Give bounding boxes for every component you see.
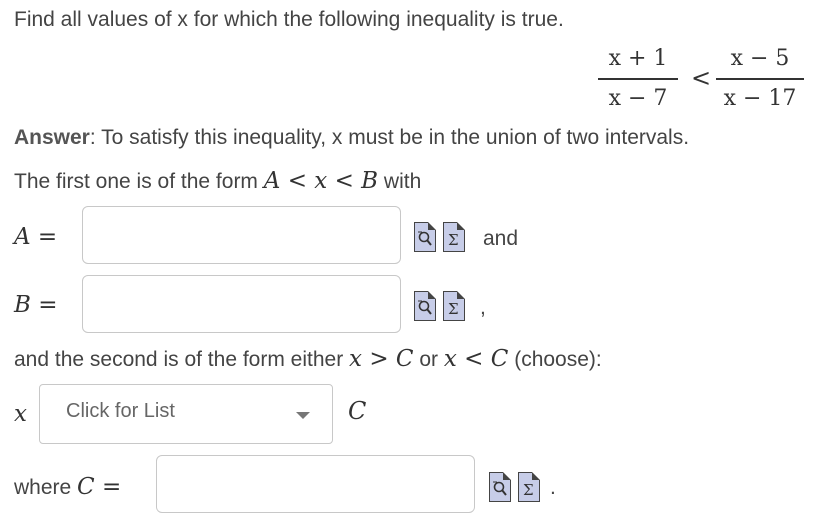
second-form-or: or [419, 348, 439, 371]
c-suffix: . [550, 476, 556, 499]
right-denominator: x − 17 [723, 85, 797, 111]
preview-answer-icon[interactable] [414, 222, 436, 252]
second-form-line: and the second is of the form either x >… [14, 346, 602, 372]
b-label: B = [14, 292, 58, 318]
left-denominator: x − 7 [608, 85, 668, 111]
answer-label: Answer [14, 126, 90, 149]
equation-editor-icon[interactable]: Σ [443, 222, 465, 252]
svg-text:Σ: Σ [448, 300, 459, 317]
c-label-prefix: where [14, 476, 72, 499]
left-fraction-bar [598, 78, 678, 80]
first-form-line: The first one is of the form A < x < B w… [14, 168, 421, 194]
select-placeholder: Click for List [66, 400, 175, 422]
right-fraction-bar [716, 78, 804, 80]
and-text: and [483, 227, 519, 250]
chevron-down-icon [296, 412, 310, 419]
equation-editor-icon[interactable]: Σ [443, 291, 465, 321]
answer-intro: Answer: To satisfy this inequality, x mu… [14, 126, 689, 150]
preview-answer-icon[interactable] [489, 472, 511, 502]
a-input[interactable] [82, 206, 401, 264]
b-input[interactable] [82, 275, 401, 333]
answer-intro-text: : To satisfy this inequality, x must be … [89, 126, 690, 149]
first-form-expression: A < x < B [263, 168, 379, 194]
left-fraction: x + 1 x − 7 [598, 44, 678, 114]
svg-text:Σ: Σ [448, 231, 459, 248]
right-numerator: x − 5 [730, 46, 790, 71]
relation-select[interactable]: Click for List [39, 384, 333, 444]
a-label: A = [14, 224, 58, 250]
select-constant: C [348, 397, 367, 425]
left-numerator: x + 1 [608, 46, 668, 71]
second-form-text: and the second is of the form either [14, 348, 344, 371]
second-form-choose: (choose): [514, 348, 602, 371]
equation-editor-icon[interactable]: Σ [518, 472, 540, 502]
c-label-line: where C = [14, 474, 121, 500]
b-suffix: , [480, 296, 486, 319]
question-prompt: Find all values of x for which the follo… [14, 8, 564, 31]
first-form-prefix: The first one is of the form [14, 170, 258, 193]
first-form-suffix: with [383, 170, 422, 193]
second-form-expression-1: x > C [349, 346, 414, 372]
second-form-expression-2: x < C [443, 346, 509, 372]
c-input[interactable] [156, 455, 475, 513]
select-variable: x [14, 401, 27, 427]
svg-text:Σ: Σ [523, 481, 534, 498]
c-label: C = [77, 474, 122, 500]
less-than-sign: < [691, 64, 712, 92]
preview-answer-icon[interactable] [414, 291, 436, 321]
right-fraction: x − 5 x − 17 [716, 44, 804, 114]
